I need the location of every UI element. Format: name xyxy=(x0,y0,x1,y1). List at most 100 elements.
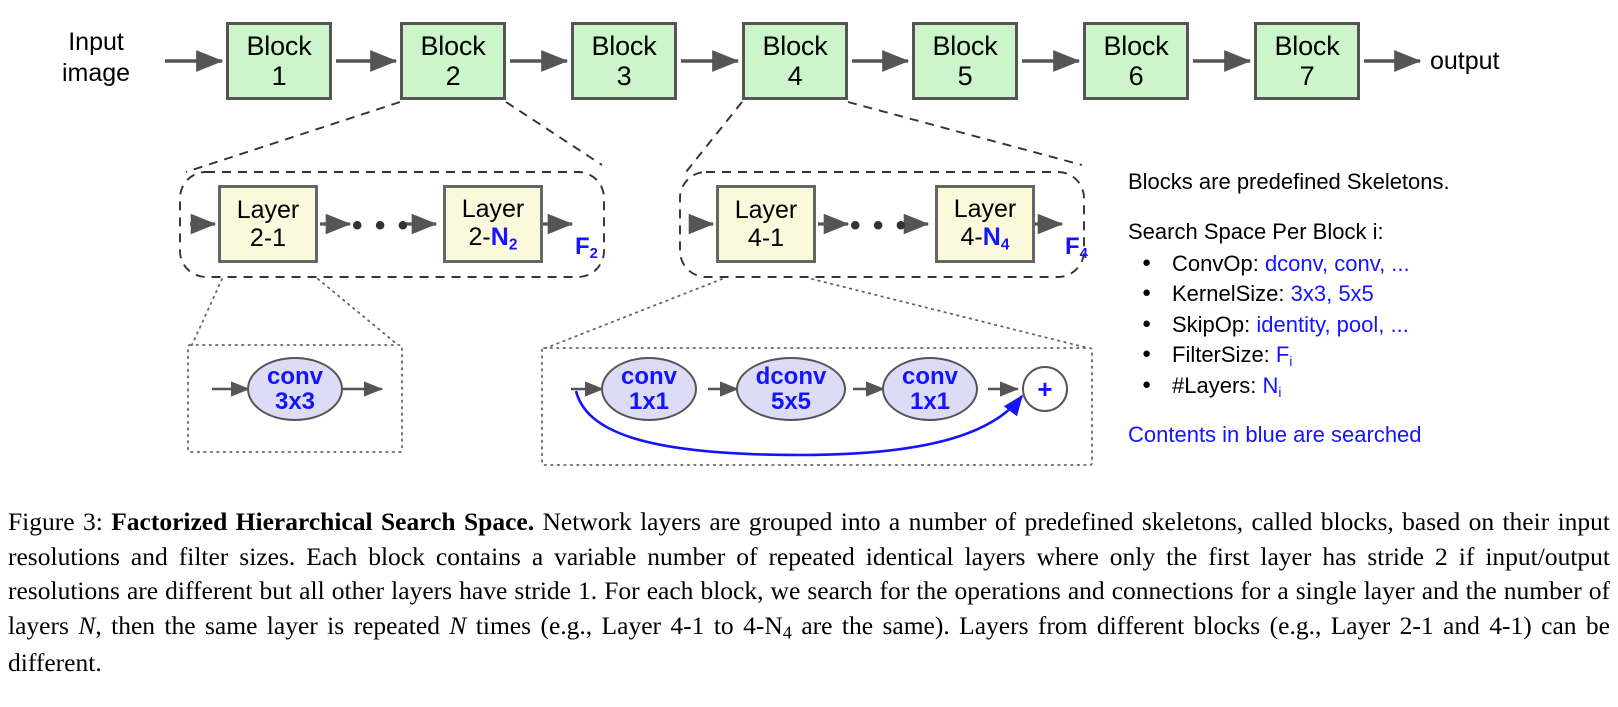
block-5-number: 5 xyxy=(957,61,973,91)
op-node-dconv-5x5[interactable]: dconv 5x5 xyxy=(736,357,846,421)
numlayers-value: N xyxy=(1262,373,1279,399)
caption-subscript: 4 xyxy=(782,622,792,643)
layer-4-n-value: N xyxy=(982,222,1001,251)
caption-body-3: times (e.g., Layer 4-1 to 4-N xyxy=(466,611,783,641)
block-7-number: 7 xyxy=(1299,61,1315,91)
layer-2-1-prefix: 2- xyxy=(249,224,273,252)
layer-box-4-1[interactable]: Layer 4-1 xyxy=(716,185,816,263)
op-conv-1x1-first-kernel: 1x1 xyxy=(628,388,670,415)
block-box-5[interactable]: Block 5 xyxy=(912,22,1018,100)
block-3-name: Block xyxy=(591,30,657,61)
caption-body-2: , then the same layer is repeated xyxy=(95,611,450,641)
search-space-item-skipop: SkipOp: identity, pool, ... xyxy=(1142,311,1598,339)
block-2-name: Block xyxy=(420,30,486,61)
layer-2-1-value: 1 xyxy=(272,224,287,252)
block-5-name: Block xyxy=(932,30,998,61)
search-space-title: Search Space Per Block i: xyxy=(1128,219,1384,245)
block-box-2[interactable]: Block 2 xyxy=(400,22,506,100)
blue-legend-note: Contents in blue are searched xyxy=(1128,422,1422,448)
add-node[interactable]: + xyxy=(1022,366,1068,412)
layer-2-n-name: Layer xyxy=(461,194,525,223)
figure-3-container: Input image Block 1 Block 2 Block 3 Bloc… xyxy=(0,0,1618,707)
op-conv-1x1-last-kernel: 1x1 xyxy=(909,388,951,415)
layer-4-1-name: Layer xyxy=(734,196,798,224)
output-label: output xyxy=(1430,47,1500,75)
filter-4-subscript: 4 xyxy=(1079,246,1088,263)
input-label-line1: Input xyxy=(68,28,124,56)
op-conv-1x1-last-name: conv xyxy=(901,362,958,390)
layer-4-1-value: 1 xyxy=(770,224,785,252)
layer-2-n-prefix: 2- xyxy=(468,222,491,251)
layer-4-n-name: Layer xyxy=(953,194,1017,223)
block-box-7[interactable]: Block 7 xyxy=(1254,22,1360,100)
expansion-lines-block2 xyxy=(185,101,603,173)
figure-caption: Figure 3: Factorized Hierarchical Search… xyxy=(8,505,1610,680)
layer-4-n-subscript: 4 xyxy=(1000,235,1010,253)
block-box-1[interactable]: Block 1 xyxy=(226,22,332,100)
input-image-label: Input image xyxy=(62,27,130,90)
filtersize-subscript: i xyxy=(1289,353,1293,369)
search-space-item-filtersize: FilterSize: Fi xyxy=(1142,341,1598,370)
block-box-3[interactable]: Block 3 xyxy=(571,22,677,100)
kernelsize-value: 3x3, 5x5 xyxy=(1290,281,1374,307)
search-space-item-numlayers: #Layers: Ni xyxy=(1142,372,1598,401)
expansion-lines-layer2 xyxy=(191,278,399,346)
block-2-number: 2 xyxy=(445,61,461,91)
block-1-number: 1 xyxy=(271,61,287,91)
block-6-name: Block xyxy=(1103,30,1169,61)
block-4-name: Block xyxy=(762,30,828,61)
op-node-conv-3x3[interactable]: conv 3x3 xyxy=(247,357,343,421)
block-7-name: Block xyxy=(1274,30,1340,61)
expansion-lines-block4 xyxy=(685,101,1083,173)
block-1-name: Block xyxy=(246,30,312,61)
layer-box-2-n[interactable]: Layer 2-N2 xyxy=(443,185,543,263)
layer-2-n-value: N xyxy=(490,222,509,251)
search-space-item-kernelsize: KernelSize: 3x3, 5x5 xyxy=(1142,280,1598,308)
search-space-list: ConvOp: dconv, conv, ... KernelSize: 3x3… xyxy=(1128,250,1598,401)
layer-4-1-prefix: 4- xyxy=(747,224,771,252)
convop-key: ConvOp: xyxy=(1172,251,1265,277)
block-box-6[interactable]: Block 6 xyxy=(1083,22,1189,100)
layer-ellipsis-block4: • • • xyxy=(850,209,909,242)
filter-4-letter: F xyxy=(1065,233,1080,260)
block-box-4[interactable]: Block 4 xyxy=(742,22,848,100)
layer-4-n-index: 4-N4 xyxy=(961,223,1010,254)
filter-2-letter: F xyxy=(575,233,590,260)
caption-figure-number: Figure 3: xyxy=(8,507,112,536)
layer-2-1-name: Layer xyxy=(236,196,300,224)
input-label-line2: image xyxy=(62,59,131,88)
caption-math-n1: N xyxy=(78,611,96,641)
layer-4-1-index: 4-1 xyxy=(748,224,784,252)
layer-2-1-index: 2-1 xyxy=(250,224,286,252)
search-space-item-convop: ConvOp: dconv, conv, ... xyxy=(1142,250,1598,278)
layer-2-n-index: 2-N2 xyxy=(469,223,518,254)
op-conv-3x3-name: conv xyxy=(266,362,323,390)
op-conv-1x1-first-name: conv xyxy=(620,362,677,390)
layer-4-n-prefix: 4- xyxy=(960,222,983,251)
layer-box-2-1[interactable]: Layer 2-1 xyxy=(218,185,318,263)
filter-2-subscript: 2 xyxy=(589,246,598,263)
filtersize-value: F xyxy=(1275,341,1290,367)
skipop-key: SkipOp: xyxy=(1172,311,1257,337)
kernelsize-key: KernelSize: xyxy=(1172,281,1291,307)
layer-ellipsis-block2: • • • xyxy=(352,209,411,242)
block-6-number: 6 xyxy=(1128,61,1144,91)
search-space-info-panel: Blocks are predefined Skeletons. Search … xyxy=(1128,168,1598,449)
op-node-conv-1x1-last[interactable]: conv 1x1 xyxy=(882,357,978,421)
filter-size-label-block4: F4 xyxy=(1065,233,1088,262)
op-node-conv-1x1-first[interactable]: conv 1x1 xyxy=(601,357,697,421)
caption-title: Factorized Hierarchical Search Space. xyxy=(111,507,535,536)
blocks-skeleton-note: Blocks are predefined Skeletons. xyxy=(1128,169,1450,194)
expansion-lines-layer4 xyxy=(545,278,1089,349)
convop-value: dconv, conv, ... xyxy=(1264,251,1410,277)
layer-2-n-subscript: 2 xyxy=(508,235,518,253)
numlayers-subscript: i xyxy=(1278,384,1282,400)
op-conv-3x3-kernel: 3x3 xyxy=(274,388,316,415)
block-3-number: 3 xyxy=(616,61,632,91)
caption-math-n2: N xyxy=(449,611,467,641)
layer-box-4-n[interactable]: Layer 4-N4 xyxy=(935,185,1035,263)
skipop-value: identity, pool, ... xyxy=(1256,311,1409,337)
block-4-number: 4 xyxy=(787,61,803,91)
filter-size-label-block2: F2 xyxy=(575,233,598,262)
